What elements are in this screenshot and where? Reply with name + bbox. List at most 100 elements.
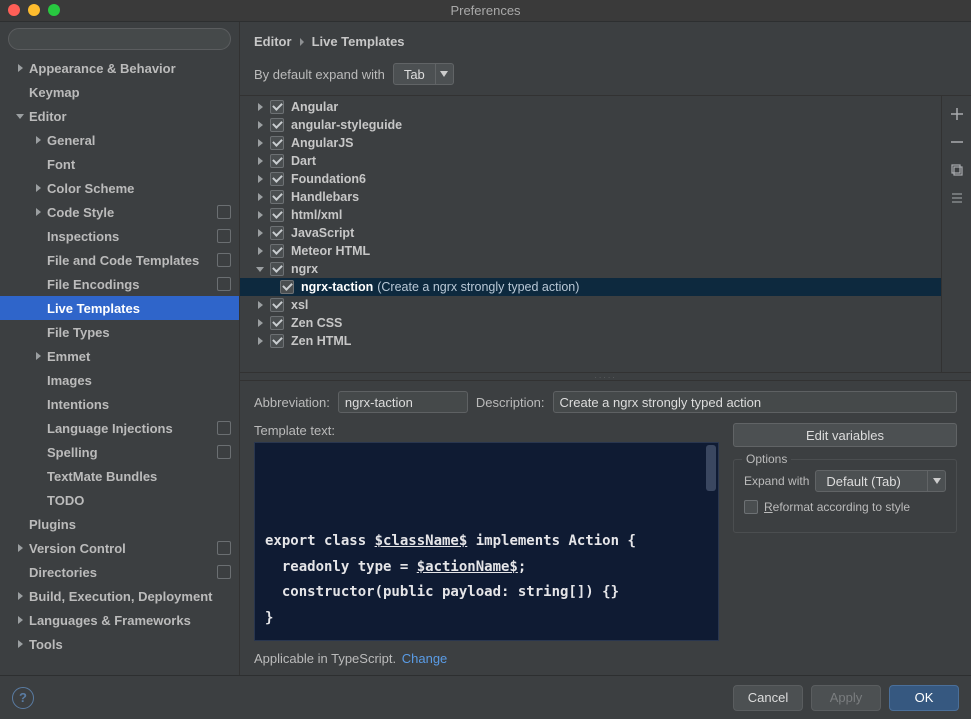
sidebar-item-label: Code Style (47, 205, 211, 220)
sidebar-item[interactable]: Build, Execution, Deployment (0, 584, 239, 608)
template-checkbox[interactable] (270, 316, 284, 330)
edit-variables-button[interactable]: Edit variables (733, 423, 957, 447)
sidebar-item[interactable]: Code Style (0, 200, 239, 224)
sidebar-item[interactable]: Plugins (0, 512, 239, 536)
sidebar-item[interactable]: Images (0, 368, 239, 392)
template-group[interactable]: Angular (240, 98, 941, 116)
window-controls (8, 4, 60, 16)
sidebar-item[interactable]: Spelling (0, 440, 239, 464)
template-checkbox[interactable] (270, 190, 284, 204)
template-label: Foundation6 (291, 172, 366, 186)
sidebar-item[interactable]: File Types (0, 320, 239, 344)
copy-button[interactable] (947, 160, 967, 180)
sidebar-item[interactable]: Font (0, 152, 239, 176)
sidebar-item[interactable]: Languages & Frameworks (0, 608, 239, 632)
template-checkbox[interactable] (270, 244, 284, 258)
sidebar-item[interactable]: Emmet (0, 344, 239, 368)
breadcrumb-parent: Editor (254, 34, 292, 49)
sidebar-item[interactable]: Editor (0, 104, 239, 128)
template-checkbox[interactable] (270, 262, 284, 276)
sidebar-item[interactable]: Keymap (0, 80, 239, 104)
change-link[interactable]: Change (402, 651, 448, 666)
chevron-right-icon (32, 134, 44, 146)
template-group[interactable]: AngularJS (240, 134, 941, 152)
sidebar-item[interactable]: Appearance & Behavior (0, 56, 239, 80)
add-button[interactable] (947, 104, 967, 124)
sidebar-item-label: Languages & Frameworks (29, 613, 231, 628)
sidebar-item[interactable]: File and Code Templates (0, 248, 239, 272)
zoom-window-icon[interactable] (48, 4, 60, 16)
sidebar-item-label: Appearance & Behavior (29, 61, 231, 76)
sidebar-item[interactable]: Language Injections (0, 416, 239, 440)
template-checkbox[interactable] (270, 208, 284, 222)
template-group[interactable]: Handlebars (240, 188, 941, 206)
template-checkbox[interactable] (280, 280, 294, 294)
template-checkbox[interactable] (270, 154, 284, 168)
arrow-spacer (32, 470, 44, 482)
sidebar-item[interactable]: General (0, 128, 239, 152)
template-label: xsl (291, 298, 308, 312)
sidebar-item[interactable]: Version Control (0, 536, 239, 560)
arrow-spacer (32, 326, 44, 338)
chevron-down-icon (927, 471, 945, 491)
template-checkbox[interactable] (270, 226, 284, 240)
description-input[interactable] (553, 391, 957, 413)
help-button[interactable]: ? (12, 687, 34, 709)
dialog-footer: ? Cancel Apply OK (0, 675, 971, 719)
sidebar-item[interactable]: TODO (0, 488, 239, 512)
sidebar-item-label: Intentions (47, 397, 231, 412)
template-item[interactable]: ngrx-taction (Create a ngrx strongly typ… (240, 278, 941, 296)
search-input[interactable] (8, 28, 231, 50)
template-group[interactable]: ngrx (240, 260, 941, 278)
breadcrumb-current: Live Templates (312, 34, 405, 49)
template-checkbox[interactable] (270, 334, 284, 348)
remove-button[interactable] (947, 132, 967, 152)
sidebar-item[interactable]: Tools (0, 632, 239, 656)
template-label: ngrx-taction (301, 280, 373, 294)
arrow-spacer (32, 494, 44, 506)
template-group-list[interactable]: Angularangular-styleguideAngularJSDart Fo… (240, 96, 941, 372)
template-group[interactable]: Meteor HTML (240, 242, 941, 260)
template-group[interactable]: Dart (240, 152, 941, 170)
template-text-editor[interactable]: export class $className$ implements Acti… (254, 442, 719, 641)
sidebar-item[interactable]: Directories (0, 560, 239, 584)
sidebar-item[interactable]: TextMate Bundles (0, 464, 239, 488)
template-group[interactable]: xsl (240, 296, 941, 314)
template-label: html/xml (291, 208, 342, 222)
ok-button[interactable]: OK (889, 685, 959, 711)
default-expand-select[interactable]: Tab (393, 63, 454, 85)
template-group[interactable]: angular-styleguide (240, 116, 941, 134)
template-group[interactable]: JavaScript (240, 224, 941, 242)
project-level-icon (217, 253, 231, 267)
template-checkbox[interactable] (270, 172, 284, 186)
close-window-icon[interactable] (8, 4, 20, 16)
template-checkbox[interactable] (270, 298, 284, 312)
expand-with-select[interactable]: Default (Tab) (815, 470, 946, 492)
sidebar-item[interactable]: Inspections (0, 224, 239, 248)
sidebar-item-label: Color Scheme (47, 181, 231, 196)
cancel-button[interactable]: Cancel (733, 685, 803, 711)
chevron-right-icon (254, 155, 266, 167)
sidebar-item[interactable]: File Encodings (0, 272, 239, 296)
abbreviation-input[interactable] (338, 391, 468, 413)
template-group[interactable]: Foundation6 (240, 170, 941, 188)
sidebar-item[interactable]: Color Scheme (0, 176, 239, 200)
minimize-window-icon[interactable] (28, 4, 40, 16)
template-checkbox[interactable] (270, 118, 284, 132)
template-checkbox[interactable] (270, 100, 284, 114)
resize-gripper[interactable]: ∙∙∙∙∙ (240, 373, 971, 381)
sidebar-item[interactable]: Live Templates (0, 296, 239, 320)
sidebar-item-label: Build, Execution, Deployment (29, 589, 231, 604)
editor-scrollbar[interactable] (706, 445, 716, 491)
apply-button[interactable]: Apply (811, 685, 881, 711)
template-checkbox[interactable] (270, 136, 284, 150)
settings-tree[interactable]: Appearance & Behavior KeymapEditorGeneral… (0, 56, 239, 675)
sidebar-item[interactable]: Intentions (0, 392, 239, 416)
settings-icon[interactable] (947, 188, 967, 208)
reformat-checkbox[interactable] (744, 500, 758, 514)
template-group[interactable]: Zen HTML (240, 332, 941, 350)
template-group[interactable]: html/xml (240, 206, 941, 224)
template-group[interactable]: Zen CSS (240, 314, 941, 332)
arrow-spacer (32, 278, 44, 290)
project-level-icon (217, 565, 231, 579)
